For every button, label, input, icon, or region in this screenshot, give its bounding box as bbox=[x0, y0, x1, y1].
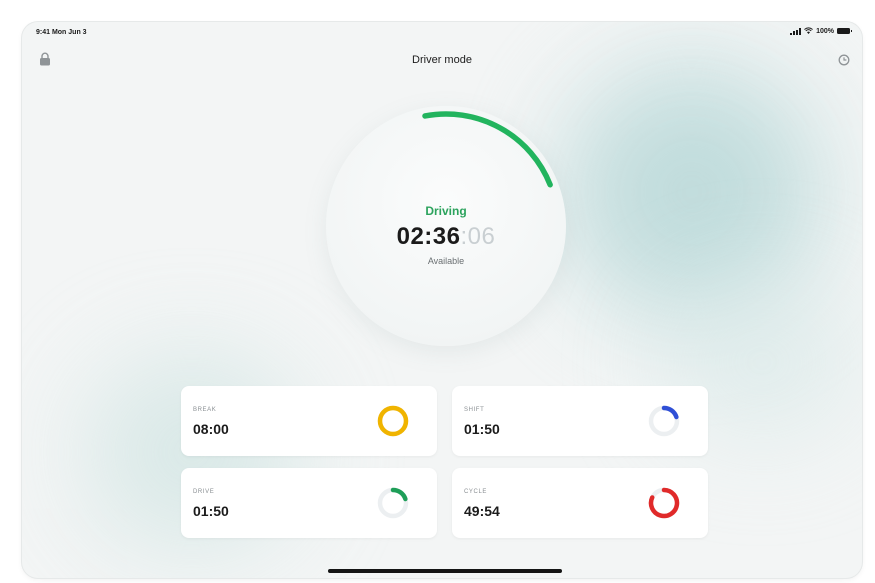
driving-status: Driving bbox=[425, 204, 467, 218]
shift-card[interactable]: SHIFT 01:50 bbox=[452, 386, 708, 456]
break-progress-ring bbox=[377, 405, 409, 437]
cycle-card[interactable]: CYCLE 49:54 bbox=[452, 468, 708, 538]
status-time: 9:41 Mon Jun 3 bbox=[36, 29, 87, 36]
card-value: 49:54 bbox=[464, 503, 500, 519]
app-screen: 9:41 Mon Jun 3 100% Driver mode Driving bbox=[22, 22, 862, 578]
card-label: SHIFT bbox=[464, 407, 485, 413]
status-bar: 9:41 Mon Jun 3 100% bbox=[22, 22, 862, 42]
ring-progress bbox=[390, 487, 408, 502]
card-value: 01:50 bbox=[464, 421, 500, 437]
card-label: DRIVE bbox=[193, 489, 215, 495]
driving-dial: Driving 02:36:06 Available bbox=[326, 106, 566, 346]
background-glow bbox=[562, 62, 822, 322]
battery-percent: 100% bbox=[816, 27, 834, 35]
timer-seconds: :06 bbox=[460, 223, 496, 250]
card-value: 01:50 bbox=[193, 503, 229, 519]
card-value: 08:00 bbox=[193, 421, 229, 437]
availability-label: Available bbox=[427, 256, 465, 266]
history-icon[interactable] bbox=[838, 54, 850, 66]
break-card[interactable]: BREAK 08:00 bbox=[181, 386, 437, 456]
card-label: BREAK bbox=[193, 407, 217, 413]
page-title: Driver mode bbox=[412, 54, 472, 66]
ring-progress bbox=[661, 405, 679, 420]
card-label: CYCLE bbox=[464, 489, 488, 495]
status-indicators: 100% bbox=[790, 27, 852, 35]
drive-progress-ring bbox=[377, 487, 409, 519]
wifi-icon bbox=[804, 27, 814, 34]
timer-main: 02:36 bbox=[396, 223, 461, 250]
signal-icon bbox=[790, 27, 802, 35]
ring-progress bbox=[377, 405, 409, 437]
shift-progress-ring bbox=[648, 405, 680, 437]
drive-card[interactable]: DRIVE 01:50 bbox=[181, 468, 437, 538]
driving-timer: 02:36:06 bbox=[326, 223, 566, 251]
cycle-progress-ring bbox=[648, 487, 680, 519]
home-indicator[interactable] bbox=[328, 569, 562, 573]
battery-icon bbox=[837, 28, 852, 34]
